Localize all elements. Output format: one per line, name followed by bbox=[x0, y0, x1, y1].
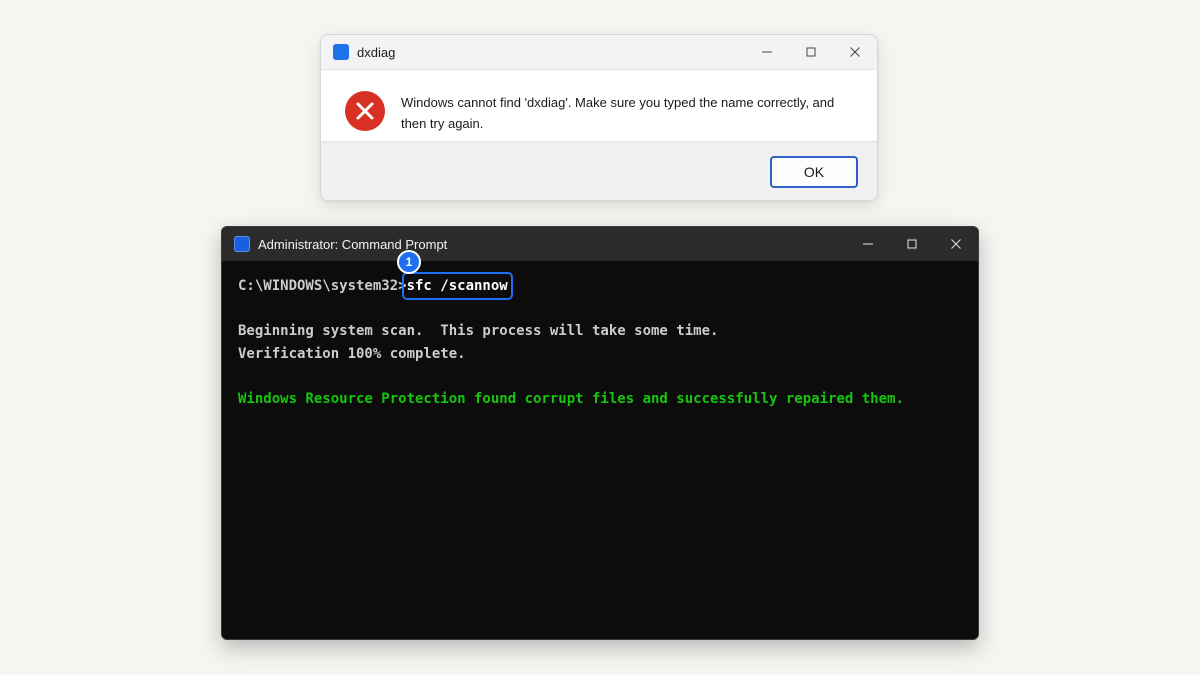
maximize-button[interactable] bbox=[789, 35, 833, 69]
prompt-line[interactable]: C:\WINDOWS\system32>sfc /scannow bbox=[238, 272, 513, 300]
terminal-title: Administrator: Command Prompt bbox=[258, 236, 448, 252]
maximize-icon bbox=[806, 47, 816, 57]
dialog-title: dxdiag bbox=[357, 44, 396, 60]
terminal-caption-buttons bbox=[846, 227, 978, 261]
minimize-icon bbox=[762, 51, 772, 53]
ok-button[interactable]: OK bbox=[770, 156, 858, 188]
dialog-body: Windows cannot find 'dxdiag'. Make sure … bbox=[321, 70, 877, 142]
terminal-titlebar[interactable]: Administrator: Command Prompt bbox=[222, 227, 978, 261]
cmd-app-icon bbox=[234, 236, 250, 252]
app-icon bbox=[333, 44, 349, 60]
close-icon bbox=[850, 47, 860, 57]
caption-buttons bbox=[745, 35, 877, 69]
error-x-icon bbox=[345, 91, 385, 131]
dialog-titlebar[interactable]: dxdiag bbox=[321, 35, 877, 70]
close-icon bbox=[951, 239, 961, 249]
terminal-close-button[interactable] bbox=[934, 227, 978, 261]
step-badge: 1 bbox=[397, 250, 421, 274]
minimize-button[interactable] bbox=[745, 35, 789, 69]
command-text: sfc /scannow bbox=[401, 272, 513, 300]
minimize-icon bbox=[863, 243, 873, 245]
dxdiag-error-dialog: dxdiag Windows cannot find 'dxdiag'. Mak… bbox=[320, 34, 878, 201]
terminal-minimize-button[interactable] bbox=[846, 227, 890, 261]
dialog-message: Windows cannot find 'dxdiag'. Make sure … bbox=[401, 95, 835, 131]
close-button[interactable] bbox=[833, 35, 877, 69]
prompt-text: C:\WINDOWS\system32> bbox=[238, 278, 407, 294]
terminal-maximize-button[interactable] bbox=[890, 227, 934, 261]
dialog-footer: OK bbox=[321, 141, 877, 200]
maximize-icon bbox=[907, 239, 917, 249]
